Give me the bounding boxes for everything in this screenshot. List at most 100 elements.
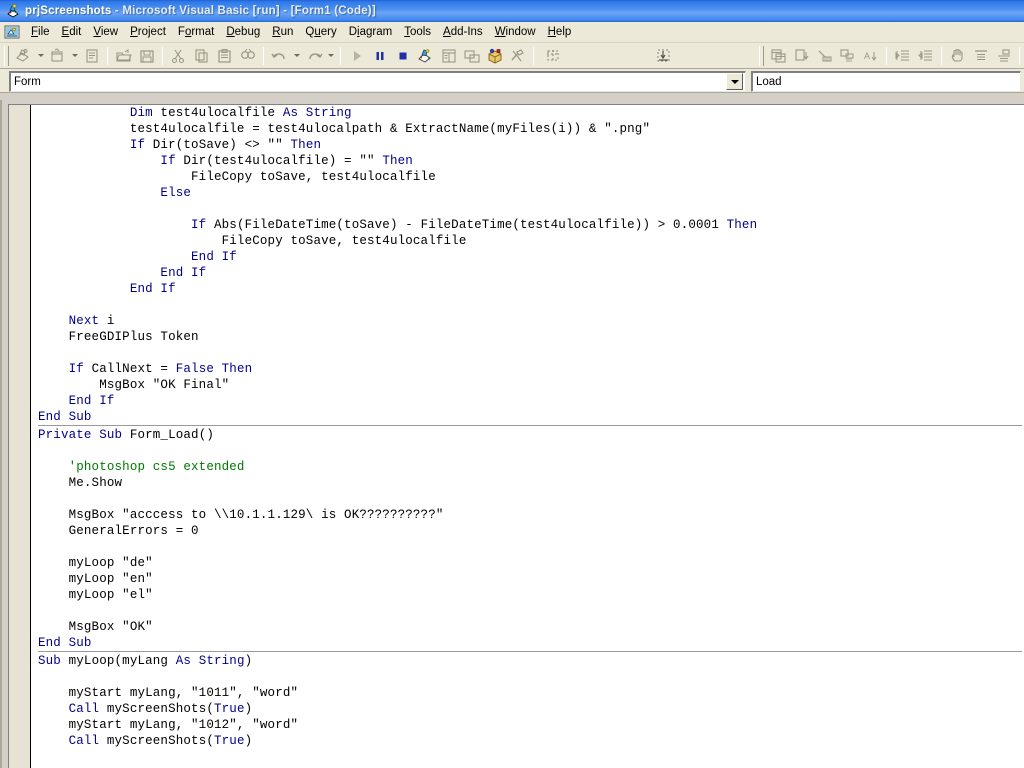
code-line[interactable]: 'photoshop cs5 extended	[32, 459, 1024, 475]
code-line[interactable]: test4ulocalfile = test4ulocalpath & Extr…	[32, 121, 1024, 137]
code-line[interactable]: Else	[32, 185, 1024, 201]
group-by-icon[interactable]	[836, 45, 859, 67]
redo-icon[interactable]	[302, 45, 325, 67]
code-line[interactable]	[32, 201, 1024, 217]
code-line[interactable]: FileCopy toSave, test4ulocalfile	[32, 169, 1024, 185]
code-line[interactable]: Sub myLoop(myLang As String)	[32, 653, 1024, 669]
code-line[interactable]: myLoop "de"	[32, 555, 1024, 571]
copy-icon[interactable]	[190, 45, 213, 67]
menu-item-tools[interactable]: Tools	[398, 23, 437, 42]
verify-sql-icon[interactable]	[813, 45, 836, 67]
save-project-icon[interactable]	[135, 45, 158, 67]
code-line[interactable]: myLoop "el"	[32, 587, 1024, 603]
code-keyword: End If	[38, 266, 207, 280]
add-project-icon[interactable]	[12, 45, 35, 67]
menu-item-help[interactable]: Help	[542, 23, 578, 42]
menu-item-diagram[interactable]: Diagram	[343, 23, 398, 42]
toolbox-icon[interactable]	[506, 45, 529, 67]
toolbar-grip[interactable]	[4, 45, 9, 66]
menu-item-query[interactable]: Query	[299, 23, 342, 42]
menu-item-run[interactable]: Run	[266, 23, 299, 42]
chevron-down-icon[interactable]	[726, 73, 743, 90]
project-explorer-icon[interactable]	[414, 45, 437, 67]
end-icon[interactable]	[391, 45, 414, 67]
data-view-icon[interactable]	[538, 45, 568, 67]
code-line[interactable]	[32, 491, 1024, 507]
outdent-icon[interactable]	[914, 45, 937, 67]
code-line[interactable]: If Dir(test4ulocalfile) = "" Then	[32, 153, 1024, 169]
redo-dropdown-icon[interactable]	[325, 45, 336, 67]
code-line[interactable]	[32, 539, 1024, 555]
margin-indicator-bar[interactable]	[9, 105, 31, 768]
code-line[interactable]	[32, 443, 1024, 459]
code-line[interactable]: myStart myLang, "1012", "word"	[32, 717, 1024, 733]
undo-dropdown-icon[interactable]	[291, 45, 302, 67]
code-line[interactable]: myStart myLang, "1011", "word"	[32, 685, 1024, 701]
add-form-dropdown-icon[interactable]	[69, 45, 80, 67]
find-icon[interactable]	[236, 45, 259, 67]
code-line[interactable]: Dim test4ulocalfile As String	[32, 105, 1024, 121]
code-line[interactable]	[32, 603, 1024, 619]
start-icon[interactable]	[345, 45, 368, 67]
break-icon[interactable]	[368, 45, 391, 67]
code-line[interactable]: Me.Show	[32, 475, 1024, 491]
indent-icon[interactable]	[891, 45, 914, 67]
menu-item-file[interactable]: File	[25, 23, 56, 42]
code-line[interactable]: If Dir(toSave) <> "" Then	[32, 137, 1024, 153]
sort-asc-icon[interactable]: A	[859, 45, 882, 67]
menu-item-format[interactable]: Format	[172, 23, 220, 42]
menu-item-view[interactable]: View	[87, 23, 124, 42]
procedure-combo[interactable]: Load	[751, 71, 1021, 92]
code-line[interactable]: End If	[32, 249, 1024, 265]
code-line[interactable]: GeneralErrors = 0	[32, 523, 1024, 539]
code-line[interactable]: End Sub	[32, 409, 1024, 425]
code-line[interactable]: Private Sub Form_Load()	[32, 427, 1024, 443]
cut-icon[interactable]	[167, 45, 190, 67]
code-line[interactable]: End If	[32, 265, 1024, 281]
hand-icon[interactable]	[946, 45, 969, 67]
menu-item-window[interactable]: Window	[489, 23, 542, 42]
toolbar-grip-2[interactable]	[759, 45, 764, 66]
vb-document-icon[interactable]	[4, 24, 20, 40]
code-editor[interactable]: Dim test4ulocalfile As String test4uloca…	[8, 104, 1024, 768]
menu-item-debug[interactable]: Debug	[220, 23, 266, 42]
open-project-icon[interactable]	[112, 45, 135, 67]
menu-editor-icon[interactable]	[80, 45, 103, 67]
visual-component-icon[interactable]	[645, 45, 681, 67]
code-line[interactable]: End If	[32, 393, 1024, 409]
code-line[interactable]: myLoop "en"	[32, 571, 1024, 587]
form-layout-icon[interactable]	[460, 45, 483, 67]
code-line[interactable]	[32, 669, 1024, 685]
menu-item-add-ins[interactable]: Add-Ins	[437, 23, 489, 42]
code-line[interactable]: Next i	[32, 313, 1024, 329]
code-line[interactable]: Call myScreenShots(True)	[32, 733, 1024, 749]
properties-window-icon[interactable]	[437, 45, 460, 67]
code-line[interactable]: Call myScreenShots(True)	[32, 701, 1024, 717]
object-browser-icon[interactable]	[483, 45, 506, 67]
object-combo[interactable]: Form	[9, 71, 746, 92]
new-query-icon[interactable]	[767, 45, 790, 67]
paste-icon[interactable]	[213, 45, 236, 67]
code-line[interactable]: FreeGDIPlus Token	[32, 329, 1024, 345]
code-keyword: True	[214, 702, 245, 716]
code-line[interactable]: MsgBox "OK"	[32, 619, 1024, 635]
align-top-icon[interactable]	[992, 45, 1015, 67]
toolbar-separator	[533, 46, 534, 65]
menu-item-project[interactable]: Project	[124, 23, 172, 42]
align-left-icon[interactable]	[969, 45, 992, 67]
code-line[interactable]: If CallNext = False Then	[32, 361, 1024, 377]
undo-icon[interactable]	[268, 45, 291, 67]
code-text-area[interactable]: Dim test4ulocalfile As String test4uloca…	[32, 105, 1024, 768]
code-line[interactable]: End If	[32, 281, 1024, 297]
add-project-dropdown-icon[interactable]	[35, 45, 46, 67]
add-form-icon[interactable]	[46, 45, 69, 67]
code-line[interactable]: End Sub	[32, 635, 1024, 651]
menu-item-edit[interactable]: Edit	[56, 23, 88, 42]
code-line[interactable]: FileCopy toSave, test4ulocalfile	[32, 233, 1024, 249]
code-line[interactable]: If Abs(FileDateTime(toSave) - FileDateTi…	[32, 217, 1024, 233]
code-line[interactable]	[32, 345, 1024, 361]
run-query-icon[interactable]	[790, 45, 813, 67]
code-line[interactable]: MsgBox "OK Final"	[32, 377, 1024, 393]
code-line[interactable]: MsgBox "acccess to \\10.1.1.129\ is OK??…	[32, 507, 1024, 523]
code-line[interactable]	[32, 297, 1024, 313]
